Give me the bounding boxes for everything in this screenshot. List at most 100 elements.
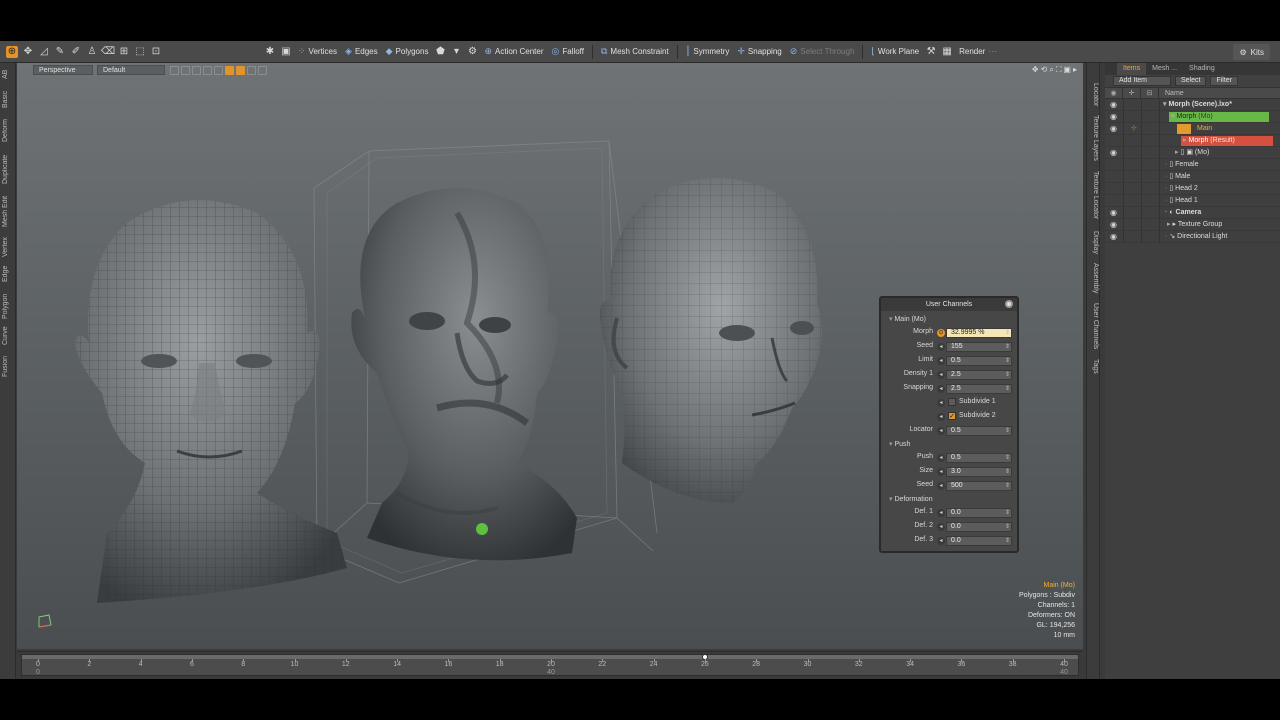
items-icon[interactable]: ▣ (280, 46, 292, 58)
tab-curve[interactable]: Curve (2, 325, 14, 347)
list-item[interactable]: · ▯ Female (1105, 159, 1280, 171)
action-center-button[interactable]: ⊕ Action Center (480, 44, 547, 60)
list-item[interactable]: ◉ · ↘ Directional Light (1105, 231, 1280, 243)
filter-button[interactable]: Filter (1210, 76, 1239, 86)
select-through-button[interactable]: ⊘ Select Through (786, 44, 859, 60)
list-item[interactable]: · ▯ Head 2 (1105, 183, 1280, 195)
add-item-button[interactable]: Add Item (1113, 76, 1171, 86)
visibility-eye-icon[interactable]: ◉ (1110, 233, 1118, 241)
scale-icon[interactable]: ⊡ (150, 46, 162, 58)
tab-mesh-edit[interactable]: Mesh Edit (2, 193, 14, 229)
locator-animate-icon[interactable]: ◂ (937, 427, 945, 435)
snapping-animate-icon[interactable]: ◂ (937, 385, 945, 393)
brush-icon[interactable]: ✐ (70, 46, 82, 58)
seed-animate-icon[interactable]: ◂ (937, 343, 945, 351)
tab-deform[interactable]: Deform (2, 117, 14, 145)
pivot-icon[interactable]: ⚙ (466, 46, 478, 58)
density-animate-icon[interactable]: ◂ (937, 371, 945, 379)
def3-input[interactable]: 0.0 (946, 536, 1012, 546)
render-icon[interactable]: ▦ (941, 46, 953, 58)
subdivide1-animate-icon[interactable]: ◂ (937, 399, 945, 407)
tab-texture-layers[interactable]: Texture Layers (1089, 115, 1099, 165)
seed-input[interactable]: 155 (946, 342, 1012, 352)
eraser-icon[interactable]: ⌫ (101, 46, 115, 58)
tab-vertex[interactable]: Vertex (2, 235, 14, 259)
visibility-column-icon[interactable]: ◉ (1105, 87, 1123, 99)
name-column-header[interactable]: Name (1159, 90, 1184, 97)
visibility-eye-icon[interactable]: ◉ (1110, 125, 1118, 133)
list-item[interactable]: ▸ Morph (Result) (1105, 135, 1280, 147)
morph-animate-icon[interactable]: ⊙ (937, 329, 945, 337)
render-button[interactable]: Render ⋯ (955, 44, 1004, 60)
limit-input[interactable]: 0.5 (946, 356, 1012, 366)
pen-icon[interactable]: ✎ (54, 46, 66, 58)
subdivide2-animate-icon[interactable]: ◂ (937, 413, 945, 421)
polygons-button[interactable]: ◆ Polygons (382, 44, 433, 60)
locator-input[interactable]: 0.5 (946, 426, 1012, 436)
symmetry-button[interactable]: ⎮ Symmetry (682, 44, 734, 60)
subdivide1-checkbox[interactable] (948, 398, 956, 406)
tab-tags[interactable]: Tags (1089, 359, 1099, 377)
def1-input[interactable]: 0.0 (946, 508, 1012, 518)
edges-button[interactable]: ◈ Edges (341, 44, 382, 60)
visibility-eye-icon[interactable]: ◉ (1110, 209, 1118, 217)
tab-shading[interactable]: Shading (1183, 63, 1221, 75)
size-animate-icon[interactable]: ◂ (937, 468, 945, 476)
tab-assembly[interactable]: Assembly (1089, 263, 1099, 297)
seed2-animate-icon[interactable]: ◂ (937, 482, 945, 490)
list-item[interactable]: ◉ · ◐ Camera (1105, 207, 1280, 219)
transform-icon[interactable]: ⬚ (134, 46, 146, 58)
snapping-input[interactable]: 2.5 (946, 384, 1012, 394)
tab-duplicate[interactable]: Duplicate (2, 151, 14, 187)
visibility-eye-icon[interactable]: ◉ (1110, 101, 1118, 109)
falloff-button[interactable]: ◎ Falloff (547, 44, 588, 60)
kits-button[interactable]: ⚙ Kits (1233, 44, 1270, 60)
lock-column-icon[interactable]: ✛ (1123, 87, 1141, 99)
select-tool-icon[interactable]: ⊕ (6, 45, 18, 58)
morph-handle[interactable] (476, 523, 488, 535)
lasso-icon[interactable]: ◿ (38, 46, 50, 58)
def3-animate-icon[interactable]: ◂ (937, 537, 945, 545)
tab-display[interactable]: Display (1089, 231, 1099, 257)
tab-texture-locator[interactable]: Texture Locator (1089, 171, 1099, 225)
expand-icon[interactable]: ▾ (1171, 113, 1175, 120)
visibility-eye-icon[interactable]: ◉ (1110, 221, 1118, 229)
group-deformation[interactable]: Deformation (889, 495, 932, 503)
expand-icon[interactable]: ▸ (1167, 221, 1171, 228)
hammer-icon[interactable]: ⚒ (925, 46, 937, 58)
work-plane-button[interactable]: ⌊ Work Plane (867, 44, 923, 60)
expand-icon[interactable]: ▸ (1175, 149, 1179, 156)
list-item[interactable]: ◉ ▸ ▸ Texture Group (1105, 219, 1280, 231)
snap-grid-icon[interactable]: ⊞ (118, 46, 130, 58)
def1-animate-icon[interactable]: ◂ (937, 509, 945, 517)
group-main[interactable]: Main (Mo) (889, 315, 926, 323)
def2-input[interactable]: 0.0 (946, 522, 1012, 532)
expand-icon[interactable]: ▾ (1163, 101, 1167, 108)
size-input[interactable]: 3.0 (946, 467, 1012, 477)
group-push[interactable]: Push (889, 440, 910, 448)
subdivide2-checkbox[interactable]: ✓ (948, 412, 956, 420)
list-item[interactable]: ◉ ⊹ Main (1105, 123, 1280, 135)
morph-input[interactable]: 32.9995 % (946, 328, 1012, 338)
tab-mesh[interactable]: Mesh ... (1146, 63, 1183, 75)
timeline-scrubber[interactable]: 0 40 40 0 2 4 6 8 10 12 14 16 18 20 22 24 26 28 30 32 34 3… (21, 654, 1079, 676)
tab-ab[interactable]: AB (2, 67, 14, 81)
move-tool-icon[interactable]: ✥ (22, 46, 34, 58)
seed2-input[interactable]: 500 (946, 481, 1012, 491)
dropdown-chevron-icon[interactable]: ▾ (450, 46, 462, 58)
materials-icon[interactable]: ⬟ (434, 46, 446, 58)
snapping-button[interactable]: ✛ Snapping (733, 44, 785, 60)
tab-polygon[interactable]: Polygon (2, 291, 14, 321)
def2-animate-icon[interactable]: ◂ (937, 523, 945, 531)
list-item[interactable]: ◉ ▾ Morph (Mo) (1105, 111, 1280, 123)
list-item[interactable]: ◉ ▾ Morph (Scene).lxo* (1105, 99, 1280, 111)
visibility-eye-icon[interactable]: ◉ (1110, 149, 1118, 157)
push-input[interactable]: 0.5 (946, 453, 1012, 463)
mesh-constraint-button[interactable]: ⧉ Mesh Constraint (597, 44, 673, 60)
lock-column-icon-2[interactable]: ⊟ (1141, 87, 1159, 99)
paint-icon[interactable]: ♙ (86, 46, 98, 58)
push-animate-icon[interactable]: ◂ (937, 454, 945, 462)
tab-edge[interactable]: Edge (2, 263, 14, 285)
auto-select-icon[interactable]: ✱ (264, 46, 276, 58)
expand-icon[interactable]: ▸ (1183, 137, 1187, 144)
